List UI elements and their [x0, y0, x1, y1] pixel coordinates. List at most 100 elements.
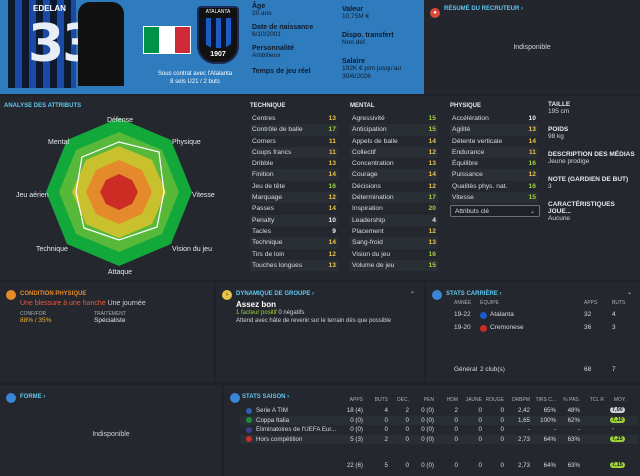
attribute-row[interactable]: Inspiration 20: [350, 203, 438, 214]
attribute-row[interactable]: Coups francs 11: [250, 146, 338, 159]
dob-label: Date de naissance: [252, 24, 314, 31]
form-panel: FORME › Indisponible: [0, 385, 222, 476]
season-stat: 63%: [567, 435, 580, 443]
season-col-header: DÉC.: [397, 397, 409, 403]
season-stat: -: [527, 426, 530, 434]
attribute-value: 17: [328, 126, 336, 134]
attribute-row[interactable]: Vision du jeu 16: [350, 249, 438, 260]
attribute-row[interactable]: Appels de balle 14: [350, 136, 438, 147]
season-stat: 62%: [567, 416, 580, 424]
attribute-row[interactable]: Agressivité 15: [350, 113, 438, 124]
attribute-row[interactable]: Passes 14: [250, 203, 338, 214]
age-value: 20 ans: [252, 10, 272, 17]
traits-value: Aucune: [548, 215, 571, 222]
attribute-row[interactable]: Touches longues 13: [250, 259, 338, 272]
attribute-row[interactable]: Sang-froid 13: [350, 237, 438, 249]
attribute-label: Accélération: [452, 115, 489, 122]
mental-column: MENTAL Agressivité 15 Anticipation 15 Appels…: [350, 103, 438, 272]
scout-title[interactable]: RÉSUMÉ DU RECRUTEUR ›: [444, 6, 523, 12]
attribute-row[interactable]: Anticipation 15: [350, 124, 438, 136]
attribute-value: 11: [528, 148, 536, 156]
attribute-row[interactable]: Accélération 10: [450, 113, 538, 124]
attribute-row[interactable]: Leadership 4: [350, 214, 438, 226]
attribute-row[interactable]: Corners 11: [250, 136, 338, 147]
form-title[interactable]: FORME ›: [20, 394, 45, 400]
career-title[interactable]: STATS CARRIÈRE ›: [446, 291, 501, 297]
dynamics-status: Assez bon: [236, 300, 277, 309]
club-crest-icon[interactable]: ATALANTA 1907: [197, 6, 239, 64]
attribute-row[interactable]: Finition 14: [250, 169, 338, 181]
attribute-row[interactable]: Jeu de tête 16: [250, 181, 338, 192]
media-label: DESCRIPTION DES MÉDIAS: [548, 151, 635, 158]
height-label: TAILLE: [548, 101, 571, 108]
technique-header: TECHNIQUE: [250, 103, 286, 109]
attribute-row[interactable]: Technique 14: [250, 237, 338, 249]
season-icon: [230, 393, 240, 403]
attribute-value: 12: [428, 148, 436, 156]
attribute-label: Vitesse: [452, 194, 474, 202]
attribute-row[interactable]: Collectif 12: [350, 146, 438, 159]
personality-label: Personnalité: [252, 45, 295, 52]
dynamics-note: Attend avec hâte de revenir sur le terra…: [236, 318, 392, 324]
player-name[interactable]: EDELAN: [33, 4, 66, 13]
nation-flag-icon[interactable]: [143, 26, 191, 54]
attribute-value: 12: [528, 171, 536, 179]
chevron-down-icon[interactable]: ⌄: [627, 289, 632, 296]
attribute-value: 13: [428, 239, 436, 247]
season-col-header: DRBPM: [511, 397, 530, 403]
dynamics-title[interactable]: DYNAMIQUE DE GROUPE ›: [236, 291, 314, 297]
condition-title: CONDITION PHYSIQUE: [20, 291, 87, 297]
attribute-row[interactable]: Décisions 12: [350, 181, 438, 192]
attribute-row[interactable]: Penalty 10: [250, 214, 338, 226]
attribute-label: Placement: [352, 227, 384, 235]
attribute-row[interactable]: Détente verticale 14: [450, 136, 538, 147]
season-stat: 0: [500, 407, 504, 414]
attribute-row[interactable]: Qualités phys. nat. 16: [450, 181, 538, 192]
playtime-label: Temps de jeu réel: [252, 68, 311, 75]
attribute-row[interactable]: Tacles 9: [250, 226, 338, 237]
competition-name: Serie A TIM: [256, 407, 288, 414]
attribute-row[interactable]: Concentration 13: [350, 158, 438, 169]
attribute-row[interactable]: Dribble 13: [250, 158, 338, 169]
rating-badge: 7,25: [610, 435, 625, 442]
attribute-label: Tirs de loin: [252, 250, 285, 258]
attribute-row[interactable]: Marquage 12: [250, 192, 338, 204]
career-team: Cremonese: [490, 324, 524, 331]
chevron-down-icon[interactable]: ⌄: [410, 288, 415, 295]
attribute-row[interactable]: Courage 14: [350, 169, 438, 181]
injury-line[interactable]: Une blessure à une hanche Une journée: [20, 300, 146, 307]
attribute-row[interactable]: Contrôle de balle 17: [250, 124, 338, 136]
attribute-row[interactable]: Agilité 13: [450, 124, 538, 136]
attribute-label: Volume de jeu: [352, 261, 395, 269]
season-title[interactable]: STATS SAISON ›: [242, 394, 289, 400]
season-stat: 0 (0): [421, 426, 434, 434]
negative-factors: 0 négatifs: [278, 310, 305, 316]
personality-value: Ambitieux: [252, 52, 281, 59]
season-col-header: APPS: [349, 397, 363, 403]
traits-label[interactable]: CARACTÉRISTIQUES JOUE...: [548, 201, 638, 215]
attribute-row[interactable]: Tirs de loin 12: [250, 249, 338, 260]
attribute-row[interactable]: Équilibre 16: [450, 158, 538, 169]
season-col-header: PEN: [423, 397, 434, 403]
dob-value: 6/10/2001: [252, 31, 281, 38]
attribute-row[interactable]: Vitesse 15: [450, 192, 538, 204]
attribute-row[interactable]: Détermination 17: [350, 192, 438, 204]
attribute-row[interactable]: Puissance 12: [450, 169, 538, 181]
attribute-value: 13: [428, 160, 436, 168]
attribute-row[interactable]: Volume de jeu 15: [350, 259, 438, 272]
attribute-label: Leadership: [352, 216, 386, 224]
attribute-value: 10: [528, 115, 536, 122]
career-row[interactable]: 19-22 Atalanta 32 4: [454, 311, 634, 322]
attribute-label: Coups francs: [252, 148, 292, 156]
attribute-row[interactable]: Endurance 11: [450, 146, 538, 159]
transfer-value: Non déf.: [342, 39, 367, 46]
attribute-label: Passes: [252, 205, 274, 213]
season-stat: 2,42: [517, 407, 530, 414]
key-attributes-dropdown[interactable]: Attributs clé ⌄: [450, 205, 540, 217]
dynamics-panel: › DYNAMIQUE DE GROUPE › Assez bon 1 fact…: [216, 282, 424, 382]
attribute-row[interactable]: Centres 13: [250, 113, 338, 124]
gk-rating-value: 3: [548, 183, 552, 190]
attribute-row[interactable]: Placement 12: [350, 226, 438, 237]
career-row[interactable]: 19-20 Cremonese 36 3: [454, 324, 634, 335]
season-stat: 0: [454, 416, 458, 424]
